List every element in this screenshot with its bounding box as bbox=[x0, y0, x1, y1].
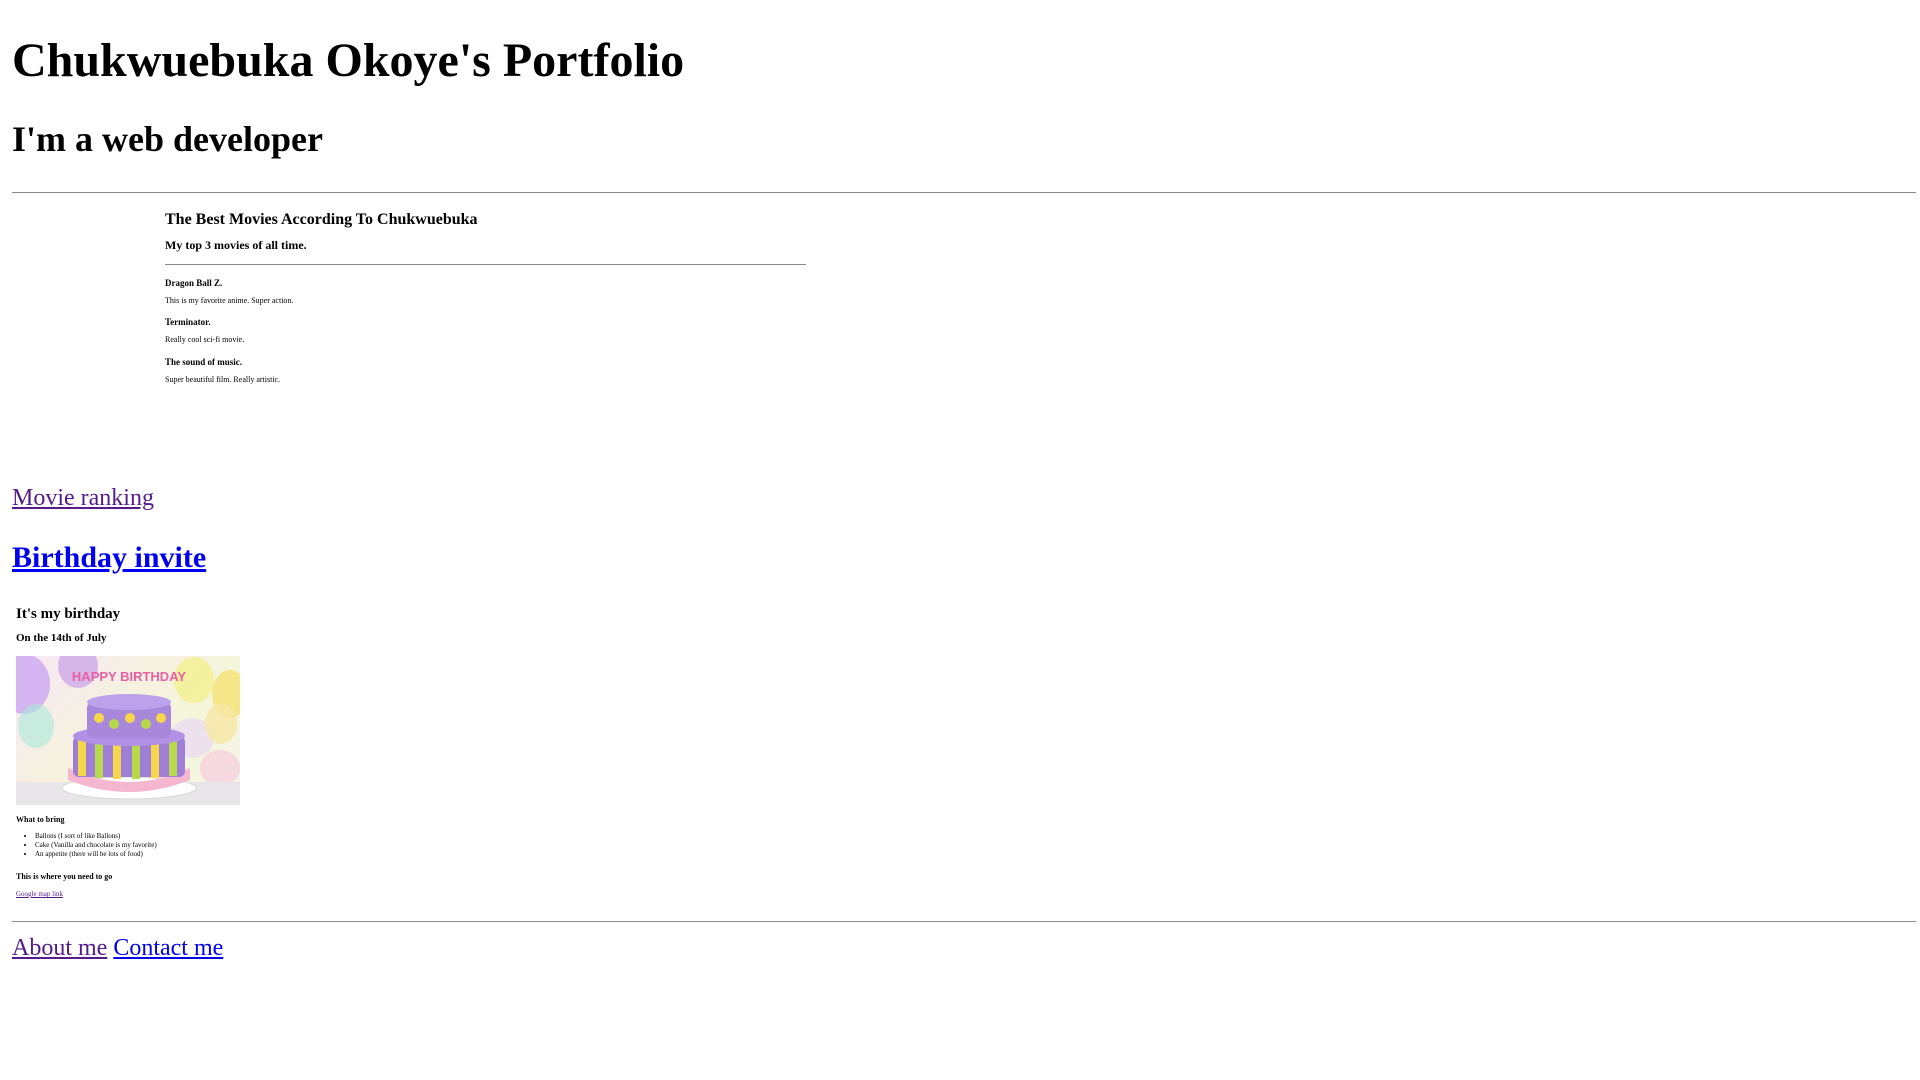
page-title: Chukwuebuka Okoye's Portfolio bbox=[12, 34, 685, 87]
birthday-invite-frame[interactable]: It's my birthday On the 14th of July HAP… bbox=[12, 598, 312, 908]
movie-2-title: Terminator. bbox=[165, 317, 211, 327]
google-map-link[interactable]: Google map link bbox=[16, 890, 63, 899]
movie-ranking-frame[interactable]: The Best Movies According To Chukwuebuka… bbox=[12, 198, 822, 448]
where-to-go-heading: This is where you need to go bbox=[16, 872, 113, 881]
birthday-date: On the 14th of July bbox=[16, 632, 107, 644]
movie-1-title: Dragon Ball Z. bbox=[165, 278, 223, 288]
portfolio-page: Chukwuebuka Okoye's Portfolio I'm a web … bbox=[0, 0, 1920, 1080]
birthday-cake-image: HAPPY BIRTHDAY bbox=[16, 656, 240, 805]
what-to-bring-list: Ballons (I sort of like Ballons) Cake (V… bbox=[16, 832, 157, 859]
about-me-link[interactable]: About me bbox=[12, 935, 107, 961]
page-subtitle: I'm a web developer bbox=[12, 119, 323, 159]
what-to-bring-heading: What to bring bbox=[16, 815, 65, 824]
birthday-invite-link[interactable]: Birthday invite bbox=[12, 540, 206, 576]
list-item: An appetite (there will be lots of food) bbox=[35, 850, 157, 859]
movie-ranking-link[interactable]: Movie ranking bbox=[12, 484, 154, 512]
footer-links: About me Contact me bbox=[12, 934, 223, 962]
top-divider bbox=[12, 192, 1916, 193]
bottom-divider bbox=[12, 921, 1916, 922]
movie-ranking-title: The Best Movies According To Chukwuebuka bbox=[165, 211, 478, 228]
contact-me-link[interactable]: Contact me bbox=[113, 935, 223, 961]
birthday-title: It's my birthday bbox=[16, 606, 121, 622]
movie-3-title: The sound of music. bbox=[165, 357, 243, 367]
movie-1-description: This is my favorite anime. Super action. bbox=[165, 296, 294, 305]
movie-3-description: Super beautiful film. Really artistic. bbox=[165, 375, 281, 384]
list-item: Cake (Vanilla and chocolate is my favori… bbox=[35, 841, 157, 850]
cake-candle-text: HAPPY BIRTHDAY bbox=[72, 669, 186, 684]
movie-ranking-subtitle: My top 3 movies of all time. bbox=[165, 238, 307, 252]
birthday-cake-illustration: HAPPY BIRTHDAY bbox=[16, 656, 240, 805]
list-item: Ballons (I sort of like Ballons) bbox=[35, 832, 157, 841]
movie-2-description: Really cool sci-fi movie. bbox=[165, 335, 245, 344]
movie-ranking-divider bbox=[165, 264, 806, 265]
